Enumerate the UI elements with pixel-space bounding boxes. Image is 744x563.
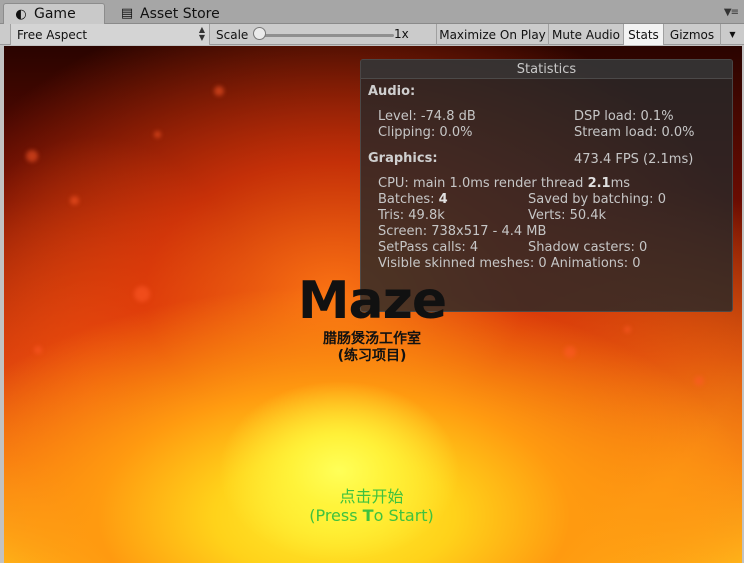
start-prompt-t: T xyxy=(362,506,374,525)
tab-asset-store[interactable]: ▤ Asset Store xyxy=(110,3,230,24)
maximize-on-play-button[interactable]: Maximize On Play xyxy=(437,24,549,45)
ember-particle xyxy=(564,346,576,358)
ember-particle xyxy=(624,326,631,333)
ember-particle xyxy=(214,86,224,96)
cpu-render-value: 2.1 xyxy=(587,176,611,191)
scale-label: Scale xyxy=(216,27,249,42)
batches: Batches: 4 xyxy=(378,192,448,208)
audio-level: Level: -74.8 dB xyxy=(378,109,476,124)
game-controller-icon: ◐ xyxy=(15,6,27,22)
verts-count: Verts: 50.4k xyxy=(528,208,607,223)
gizmos-dropdown-arrow-icon[interactable]: ▼ xyxy=(721,24,744,45)
tab-game-label: Game xyxy=(34,6,76,22)
audio-clipping: Clipping: 0.0% xyxy=(378,125,473,140)
stream-load: Stream load: 0.0% xyxy=(574,125,695,140)
statistics-title: Statistics xyxy=(361,60,732,79)
scale-slider-thumb[interactable] xyxy=(253,27,266,40)
game-title-logo: Maze 腊肠煲汤工作室 (练习项目) xyxy=(297,271,447,365)
game-viewport[interactable]: Statistics Audio: Level: -74.8 dB DSP lo… xyxy=(4,46,742,563)
ember-particle xyxy=(70,196,79,205)
start-prompt-chinese[interactable]: 点击开始 xyxy=(284,483,459,507)
scale-slider-track[interactable] xyxy=(258,34,394,37)
batches-label: Batches: xyxy=(378,192,439,207)
mute-audio-button[interactable]: Mute Audio xyxy=(549,24,624,45)
ember-particle xyxy=(154,131,161,138)
start-prompt-english[interactable]: (Press To Start) xyxy=(284,506,459,525)
tab-options-menu-icon[interactable]: ▼≡ xyxy=(724,7,739,18)
saved-by-batching: Saved by batching: 0 xyxy=(528,192,666,207)
aspect-dropdown-value: Free Aspect xyxy=(17,27,88,42)
aspect-dropdown[interactable]: Free Aspect ▲ ▼ xyxy=(10,24,210,45)
cpu-timing: CPU: main 1.0ms render thread 2.1ms xyxy=(378,176,630,192)
shadow-casters: Shadow casters: 0 xyxy=(528,240,648,255)
batches-value: 4 xyxy=(438,192,448,207)
ember-particle xyxy=(26,150,38,162)
editor-tab-bar: ◐ Game ▤ Asset Store ▼≡ xyxy=(0,0,744,24)
start-prompt-suffix: o Start) xyxy=(373,506,434,525)
ember-particle xyxy=(34,346,42,354)
updown-arrows-icon: ▲ ▼ xyxy=(198,25,205,42)
scale-control: Scale 1x xyxy=(210,24,437,45)
studio-name: 腊肠煲汤工作室 xyxy=(323,331,421,347)
start-prompt-prefix: (Press xyxy=(309,506,363,525)
graphics-section-header: Graphics: xyxy=(368,151,438,166)
setpass-calls: SetPass calls: 4 xyxy=(378,240,479,255)
ember-particle xyxy=(694,376,704,386)
stats-toggle-button[interactable]: Stats xyxy=(624,24,664,45)
cpu-timing-unit: ms xyxy=(610,176,631,191)
project-note: (练习项目) xyxy=(337,348,407,364)
ember-particle xyxy=(134,286,150,302)
fps-readout: 473.4 FPS (2.1ms) xyxy=(574,152,694,167)
dsp-load: DSP load: 0.1% xyxy=(574,109,674,124)
cpu-timing-text: CPU: main 1.0ms render thread xyxy=(378,176,588,191)
gizmos-button[interactable]: Gizmos xyxy=(664,24,721,45)
shopping-bag-icon: ▤ xyxy=(120,6,134,21)
tab-game[interactable]: ◐ Game xyxy=(3,3,105,24)
scale-value: 1x xyxy=(394,27,409,41)
audio-section-header: Audio: xyxy=(368,84,416,99)
tab-asset-store-label: Asset Store xyxy=(140,5,220,22)
tris-count: Tris: 49.8k xyxy=(378,208,445,223)
screen-info: Screen: 738x517 - 4.4 MB xyxy=(378,224,547,239)
skinned-meshes-animations: Visible skinned meshes: 0 Animations: 0 xyxy=(378,256,641,271)
game-view-toolbar: Free Aspect ▲ ▼ Scale 1x Maximize On Play… xyxy=(0,24,744,45)
game-title: Maze xyxy=(297,271,447,331)
